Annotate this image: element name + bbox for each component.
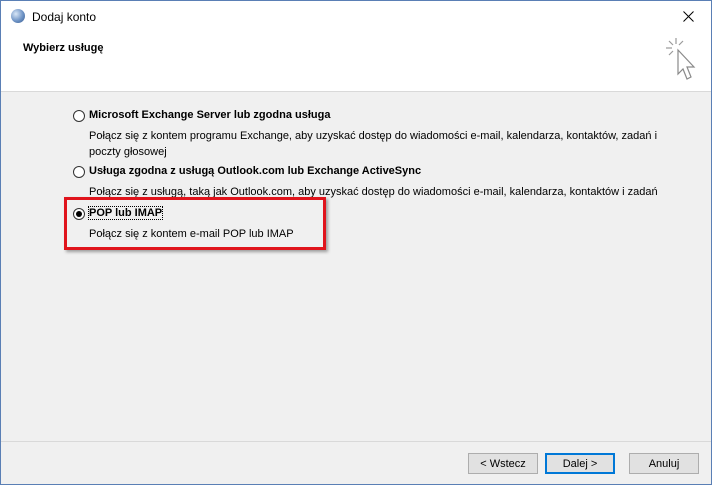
footer-divider [1, 441, 711, 442]
option-activesync-title[interactable]: Usługa zgodna z usługą Outlook.com lub E… [89, 165, 421, 177]
click-cursor-icon [666, 38, 696, 80]
next-button[interactable]: Dalej > [545, 453, 615, 474]
radio-activesync[interactable] [73, 166, 85, 178]
cancel-button[interactable]: Anuluj [629, 453, 699, 474]
radio-exchange[interactable] [73, 110, 85, 122]
outlook-globe-icon [11, 9, 25, 23]
close-icon [682, 10, 694, 22]
option-exchange-title[interactable]: Microsoft Exchange Server lub zgodna usł… [89, 109, 330, 121]
option-exchange-description: Połącz się z kontem programu Exchange, a… [89, 130, 658, 158]
close-button[interactable] [665, 1, 711, 31]
title-bar: Dodaj konto [1, 1, 711, 31]
annotation-highlight-box [64, 197, 326, 250]
add-account-dialog: Dodaj konto Wybierz usługę Microsoft Exc… [0, 0, 712, 485]
wizard-header: Wybierz usługę [1, 31, 711, 92]
back-button[interactable]: < Wstecz [468, 453, 538, 474]
page-title: Wybierz usługę [23, 42, 104, 54]
window-title: Dodaj konto [32, 10, 97, 24]
